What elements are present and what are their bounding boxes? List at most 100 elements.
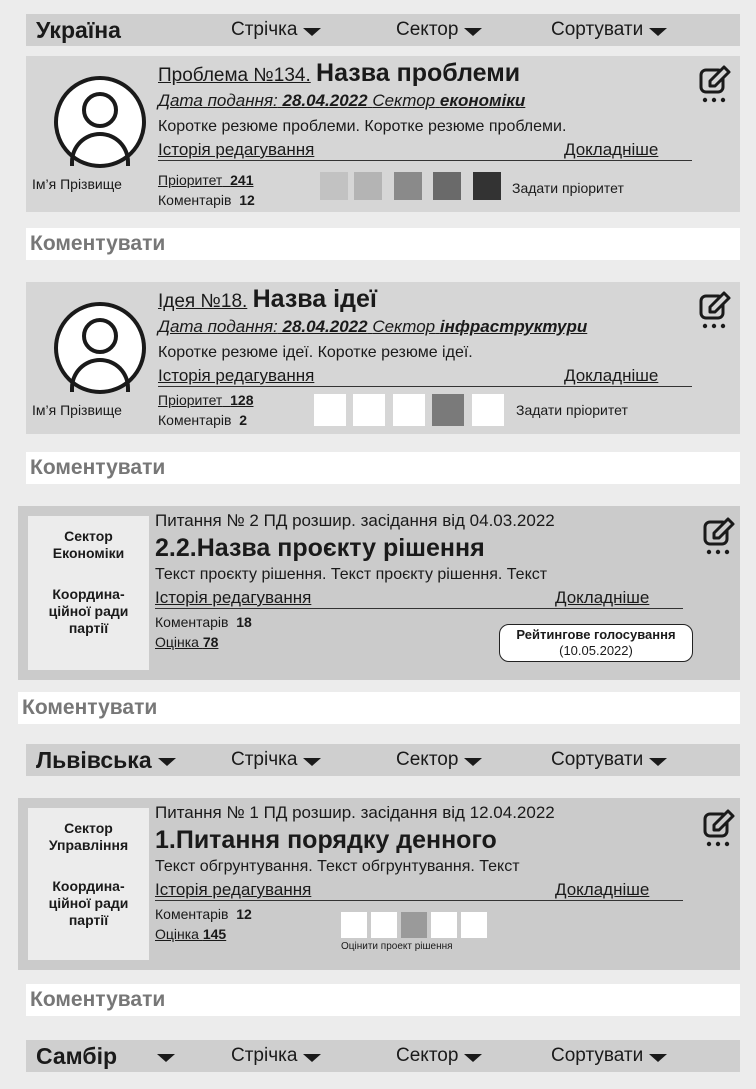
chevron-down-icon	[464, 1053, 483, 1062]
details-link[interactable]: Докладніше	[564, 366, 658, 386]
comments-count: Коментарів 18	[155, 614, 252, 630]
author-name: Ім’я Прізвище	[32, 402, 122, 418]
idea-summary: Коротке резюме ідеї. Коротке резюме ідеї…	[158, 344, 473, 361]
region-bar-ukraine: Україна Стрічка Сектор Сортувати	[26, 14, 740, 46]
rate-level-5[interactable]	[461, 912, 487, 938]
tab-feed[interactable]: Стрічка	[231, 1045, 396, 1067]
priority-level-3[interactable]	[393, 394, 425, 426]
edit-history-link[interactable]: Історія редагування	[158, 366, 314, 386]
comments-count: Коментарів 12	[158, 192, 255, 208]
chevron-down-icon	[464, 27, 483, 36]
idea-card: Ім’я Прізвище Ідея №18. Назва ідеї Дата …	[26, 282, 740, 434]
tab-sector[interactable]: Сектор	[396, 19, 551, 41]
edit-history-link[interactable]: Історія редагування	[155, 880, 311, 900]
priority-level-5[interactable]	[472, 394, 504, 426]
avatar	[54, 302, 146, 394]
chevron-down-icon	[157, 1053, 176, 1062]
set-priority-label: Задати пріоритет	[512, 180, 624, 196]
page: Україна Стрічка Сектор Сортувати Ім’я Пр…	[0, 0, 756, 1089]
rate-level-3[interactable]	[401, 912, 427, 938]
rating-vote-badge[interactable]: Рейтингове голосування (10.05.2022)	[499, 624, 693, 662]
avatar	[54, 76, 146, 168]
tab-feed[interactable]: Стрічка	[231, 749, 396, 771]
decision-title: 2.2.Назва проєкту рішення	[155, 534, 485, 562]
edit-history-link[interactable]: Історія редагування	[158, 140, 314, 160]
agenda-text: Текст обгрунтування. Текст обгрунтування…	[155, 858, 520, 875]
priority-level-4[interactable]	[432, 394, 464, 426]
region-selector[interactable]: Самбір	[26, 1043, 231, 1070]
priority-level-4[interactable]	[433, 172, 461, 200]
meeting-info: Питання № 2 ПД розшир. засідання від 04.…	[155, 511, 555, 530]
agenda-card: Сектор Управління Координа- ційної ради …	[18, 798, 740, 970]
rating-score: Оцінка 78	[155, 634, 219, 650]
tab-sort[interactable]: Сортувати	[551, 1045, 668, 1067]
edit-icon[interactable]	[698, 290, 732, 330]
region-bar-sambir: Самбір Стрічка Сектор Сортувати	[26, 1040, 740, 1072]
idea-date-line: Дата подання: 28.04.2022 Сектор інфрастр…	[158, 317, 588, 336]
chevron-down-icon	[649, 1053, 668, 1062]
priority-level-5[interactable]	[473, 172, 501, 200]
chevron-down-icon	[157, 757, 176, 766]
problem-summary: Коротке резюме проблеми. Коротке резюме …	[158, 118, 567, 135]
decision-card: Сектор Економіки Координа- ційної ради п…	[18, 506, 740, 680]
priority-level-3[interactable]	[394, 172, 422, 200]
chevron-down-icon	[303, 27, 322, 36]
decision-text: Текст проєкту рішення. Текст проєкту ріш…	[155, 566, 548, 583]
chevron-down-icon	[649, 27, 668, 36]
priority-count: Пріоритет 128	[158, 392, 254, 408]
problem-date-line: Дата подання: 28.04.2022 Сектор економік…	[158, 91, 526, 110]
divider	[158, 160, 692, 161]
agenda-title: 1.Питання порядку денного	[155, 826, 497, 854]
rating-score: Оцінка 145	[155, 926, 227, 942]
sector-box: Сектор Управління Координа- ційної ради …	[28, 808, 149, 960]
comments-count: Коментарів 12	[155, 906, 252, 922]
problem-number[interactable]: Проблема №134.	[158, 65, 311, 86]
priority-level-2[interactable]	[354, 172, 382, 200]
comment-button[interactable]: Коментувати	[26, 228, 740, 260]
details-link[interactable]: Докладніше	[555, 588, 649, 608]
details-link[interactable]: Докладніше	[564, 140, 658, 160]
tab-sector[interactable]: Сектор	[396, 749, 551, 771]
problem-card: Ім’я Прізвище Проблема №134. Назва пробл…	[26, 56, 740, 212]
priority-level-1[interactable]	[320, 172, 348, 200]
rate-level-1[interactable]	[341, 912, 367, 938]
rate-project-label: Оцінити проект рішення	[341, 941, 453, 952]
idea-title: Назва ідеї	[252, 285, 377, 313]
region-bar-lviv: Львівська Стрічка Сектор Сортувати	[26, 744, 740, 776]
meeting-info: Питання № 1 ПД розшир. засідання від 12.…	[155, 803, 555, 822]
problem-title: Назва проблеми	[316, 59, 521, 87]
priority-level-1[interactable]	[314, 394, 346, 426]
idea-title-line: Ідея №18. Назва ідеї	[158, 285, 377, 314]
edit-icon[interactable]	[698, 64, 732, 104]
rate-level-2[interactable]	[371, 912, 397, 938]
author-name: Ім’я Прізвище	[32, 176, 122, 192]
edit-icon[interactable]	[702, 808, 736, 848]
comment-button[interactable]: Коментувати	[26, 984, 740, 1016]
details-link[interactable]: Докладніше	[555, 880, 649, 900]
idea-number[interactable]: Ідея №18.	[158, 291, 247, 312]
edit-icon[interactable]	[702, 516, 736, 556]
divider	[158, 386, 692, 387]
chevron-down-icon	[303, 757, 322, 766]
priority-level-2[interactable]	[353, 394, 385, 426]
comments-count: Коментарів 2	[158, 412, 248, 428]
rate-level-4[interactable]	[431, 912, 457, 938]
chevron-down-icon	[464, 757, 483, 766]
tab-sector[interactable]: Сектор	[396, 1045, 551, 1067]
region-selector[interactable]: Україна	[26, 17, 231, 44]
edit-history-link[interactable]: Історія редагування	[155, 588, 311, 608]
problem-title-line: Проблема №134. Назва проблеми	[158, 59, 520, 88]
chevron-down-icon	[303, 1053, 322, 1062]
chevron-down-icon	[649, 757, 668, 766]
region-selector[interactable]: Львівська	[26, 747, 231, 774]
set-priority-label: Задати пріоритет	[516, 402, 628, 418]
tab-sort[interactable]: Сортувати	[551, 19, 668, 41]
divider	[155, 900, 683, 901]
tab-feed[interactable]: Стрічка	[231, 19, 396, 41]
divider	[155, 608, 683, 609]
tab-sort[interactable]: Сортувати	[551, 749, 668, 771]
sector-box: Сектор Економіки Координа- ційної ради п…	[28, 516, 149, 670]
comment-button[interactable]: Коментувати	[26, 452, 740, 484]
comment-button[interactable]: Коментувати	[18, 692, 740, 724]
priority-count: Пріоритет 241	[158, 172, 254, 188]
